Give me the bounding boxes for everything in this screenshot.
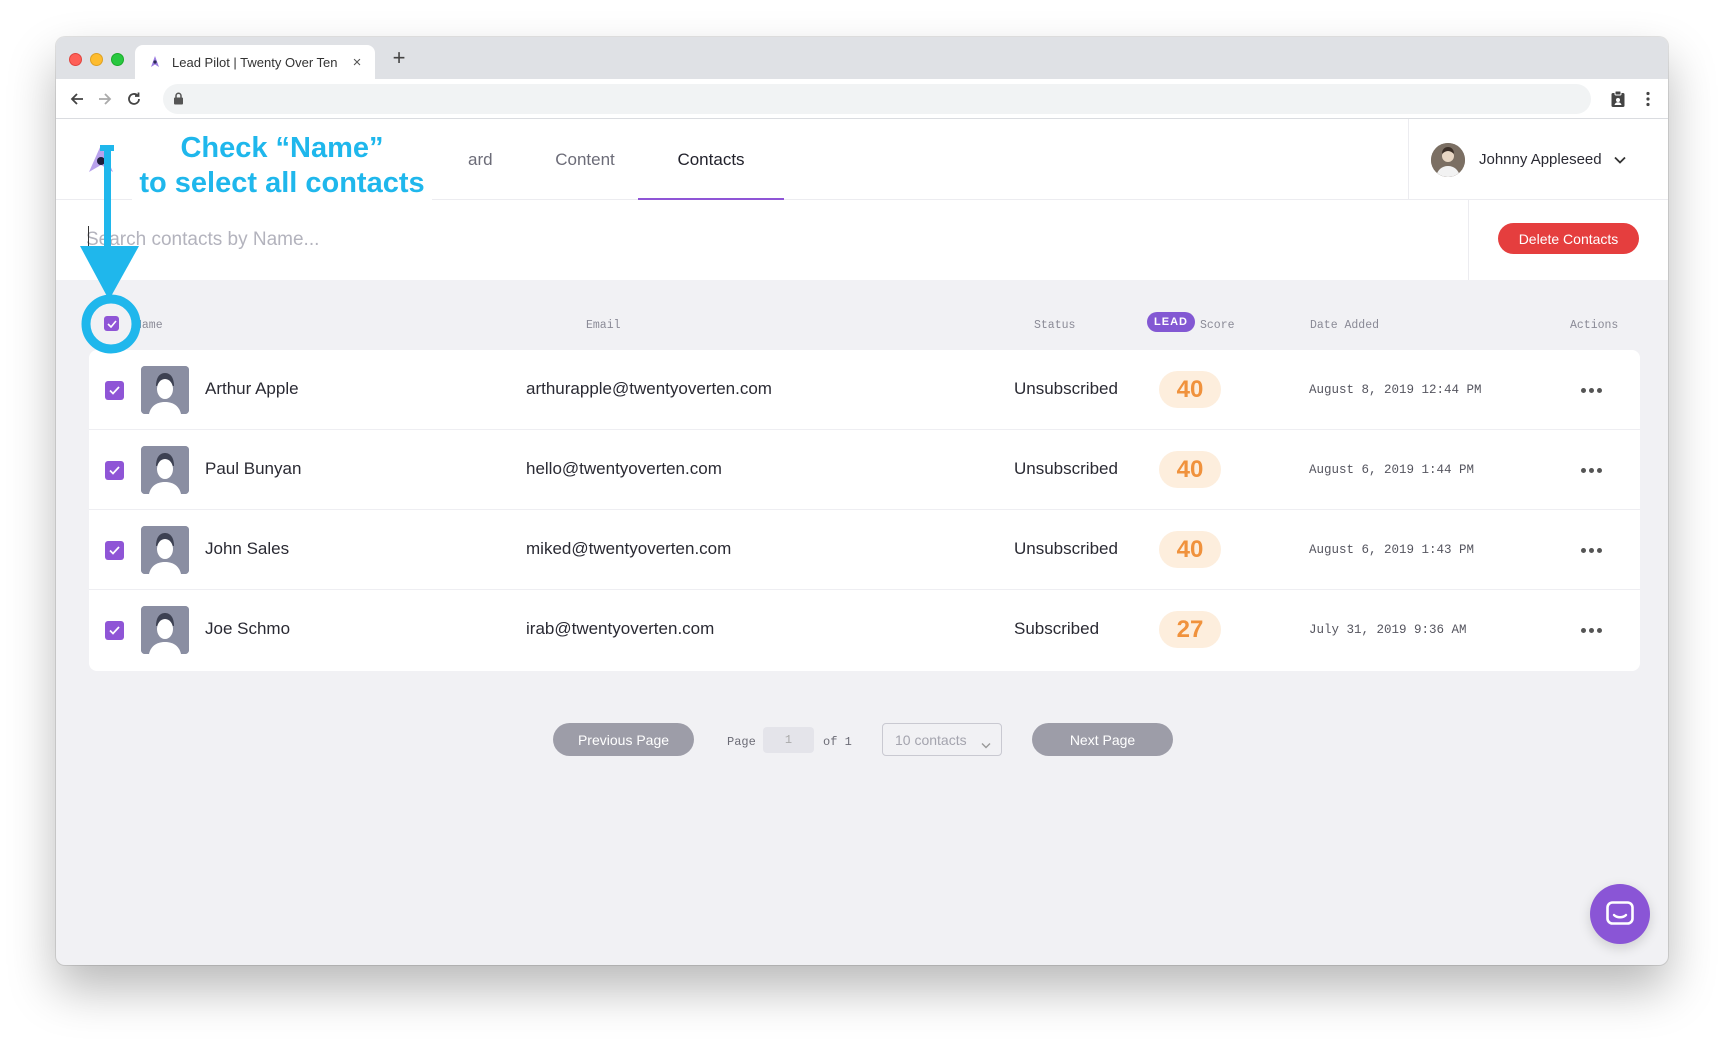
default-avatar-icon xyxy=(141,606,189,654)
extension-clipboard-icon[interactable] xyxy=(1606,87,1630,111)
lead-pilot-logo-icon[interactable] xyxy=(86,143,116,180)
window-controls xyxy=(69,53,124,66)
select-all-checkbox[interactable] xyxy=(104,316,119,331)
pagination: Previous Page Page of 1 10 contacts Next… xyxy=(56,723,1668,757)
divider xyxy=(1468,200,1469,280)
table-row[interactable]: Joe Schmo irab@twentyoverten.com Subscri… xyxy=(89,590,1640,670)
text-caret xyxy=(88,226,89,246)
default-avatar-icon xyxy=(141,366,189,414)
tab-title: Lead Pilot | Twenty Over Ten xyxy=(172,54,338,70)
rocket-favicon-icon xyxy=(147,54,163,70)
maximize-window-button[interactable] xyxy=(111,53,124,66)
browser-menu-icon[interactable] xyxy=(1636,87,1660,111)
row-actions-menu-icon[interactable] xyxy=(1581,628,1602,633)
delete-contacts-button[interactable]: Delete Contacts xyxy=(1498,223,1639,254)
tab-dashboard[interactable]: ard xyxy=(468,119,493,200)
date-added: August 6, 2019 1:44 PM xyxy=(1309,463,1475,477)
contact-status: Unsubscribed xyxy=(1014,459,1118,478)
tab-content[interactable]: Content xyxy=(539,119,631,200)
tab-contacts[interactable]: Contacts xyxy=(638,119,784,200)
lead-score: 27 xyxy=(1159,611,1221,648)
contact-email: hello@twentyoverten.com xyxy=(526,459,722,478)
column-header-name[interactable]: Name xyxy=(135,319,163,332)
forward-arrow-icon[interactable] xyxy=(93,87,117,111)
minimize-window-button[interactable] xyxy=(90,53,103,66)
chat-widget-icon[interactable] xyxy=(1590,884,1650,944)
date-added: July 31, 2019 9:36 AM xyxy=(1309,623,1467,637)
browser-window: Lead Pilot | Twenty Over Ten × + ard Con… xyxy=(56,37,1668,965)
page-count-label: of 1 xyxy=(823,735,852,749)
column-header-actions: Actions xyxy=(1570,319,1619,332)
contact-status: Unsubscribed xyxy=(1014,539,1118,558)
tab-contacts-label: Contacts xyxy=(677,149,745,169)
browser-toolbar xyxy=(56,79,1668,119)
contact-name[interactable]: Joe Schmo xyxy=(205,619,290,639)
per-page-value: 10 contacts xyxy=(895,731,967,748)
per-page-select[interactable]: 10 contacts xyxy=(882,723,1002,756)
page-number-input[interactable] xyxy=(763,727,814,753)
default-avatar-icon xyxy=(141,446,189,494)
page-label: Page xyxy=(727,735,756,749)
column-header-score[interactable]: Score xyxy=(1200,319,1235,332)
row-actions-menu-icon[interactable] xyxy=(1581,468,1602,473)
tab-dashboard-label: ard xyxy=(468,149,493,169)
contact-email: irab@twentyoverten.com xyxy=(526,619,715,638)
contact-name[interactable]: Paul Bunyan xyxy=(205,459,301,479)
contact-email: miked@twentyoverten.com xyxy=(526,539,732,558)
column-header-date-added[interactable]: Date Added xyxy=(1310,319,1379,332)
new-tab-button[interactable]: + xyxy=(387,47,411,69)
browser-tab[interactable]: Lead Pilot | Twenty Over Ten × xyxy=(135,45,375,79)
column-header-email[interactable]: Email xyxy=(586,319,621,332)
contact-name[interactable]: Arthur Apple xyxy=(205,379,299,399)
tab-content-label: Content xyxy=(555,149,615,169)
contact-email: arthurapple@twentyoverten.com xyxy=(526,379,772,398)
previous-page-button[interactable]: Previous Page xyxy=(553,723,694,756)
row-checkbox[interactable] xyxy=(105,621,124,640)
contact-name[interactable]: John Sales xyxy=(205,539,289,559)
row-checkbox[interactable] xyxy=(105,541,124,560)
search-input[interactable] xyxy=(86,220,1296,260)
row-actions-menu-icon[interactable] xyxy=(1581,548,1602,553)
contacts-table: Arthur Apple arthurapple@twentyoverten.c… xyxy=(89,350,1640,671)
default-avatar-icon xyxy=(141,526,189,574)
lock-icon xyxy=(173,92,184,110)
app-header: ard Content Contacts Johnny Appleseed xyxy=(56,119,1668,200)
row-checkbox[interactable] xyxy=(105,461,124,480)
tab-strip: Lead Pilot | Twenty Over Ten × + xyxy=(56,37,1668,79)
row-checkbox[interactable] xyxy=(105,381,124,400)
table-row[interactable]: Paul Bunyan hello@twentyoverten.com Unsu… xyxy=(89,430,1640,510)
contact-status: Subscribed xyxy=(1014,619,1100,638)
lead-score: 40 xyxy=(1159,531,1221,568)
table-header: Name Email Status LEAD Score Date Added … xyxy=(89,309,1640,339)
date-added: August 6, 2019 1:43 PM xyxy=(1309,543,1475,557)
lead-score: 40 xyxy=(1159,371,1221,408)
chevron-down-icon xyxy=(1613,151,1626,169)
user-name: Johnny Appleseed xyxy=(1479,151,1602,168)
table-row[interactable]: Arthur Apple arthurapple@twentyoverten.c… xyxy=(89,350,1640,430)
address-bar[interactable] xyxy=(163,84,1591,114)
table-row[interactable]: John Sales miked@twentyoverten.com Unsub… xyxy=(89,510,1640,590)
lead-score: 40 xyxy=(1159,451,1221,488)
user-menu[interactable]: Johnny Appleseed xyxy=(1408,119,1668,200)
back-arrow-icon[interactable] xyxy=(65,87,89,111)
lead-badge: LEAD xyxy=(1147,312,1195,332)
search-bar: Delete Contacts xyxy=(56,200,1668,280)
reload-icon[interactable] xyxy=(122,87,146,111)
contact-status: Unsubscribed xyxy=(1014,379,1118,398)
tab-close-icon[interactable]: × xyxy=(349,54,365,71)
date-added: August 8, 2019 12:44 PM xyxy=(1309,383,1482,397)
close-window-button[interactable] xyxy=(69,53,82,66)
avatar xyxy=(1431,142,1465,177)
chevron-down-icon xyxy=(981,736,991,752)
row-actions-menu-icon[interactable] xyxy=(1581,388,1602,393)
app: ard Content Contacts Johnny Appleseed Se… xyxy=(56,119,1668,965)
next-page-button[interactable]: Next Page xyxy=(1032,723,1173,756)
column-header-status[interactable]: Status xyxy=(1034,319,1075,332)
